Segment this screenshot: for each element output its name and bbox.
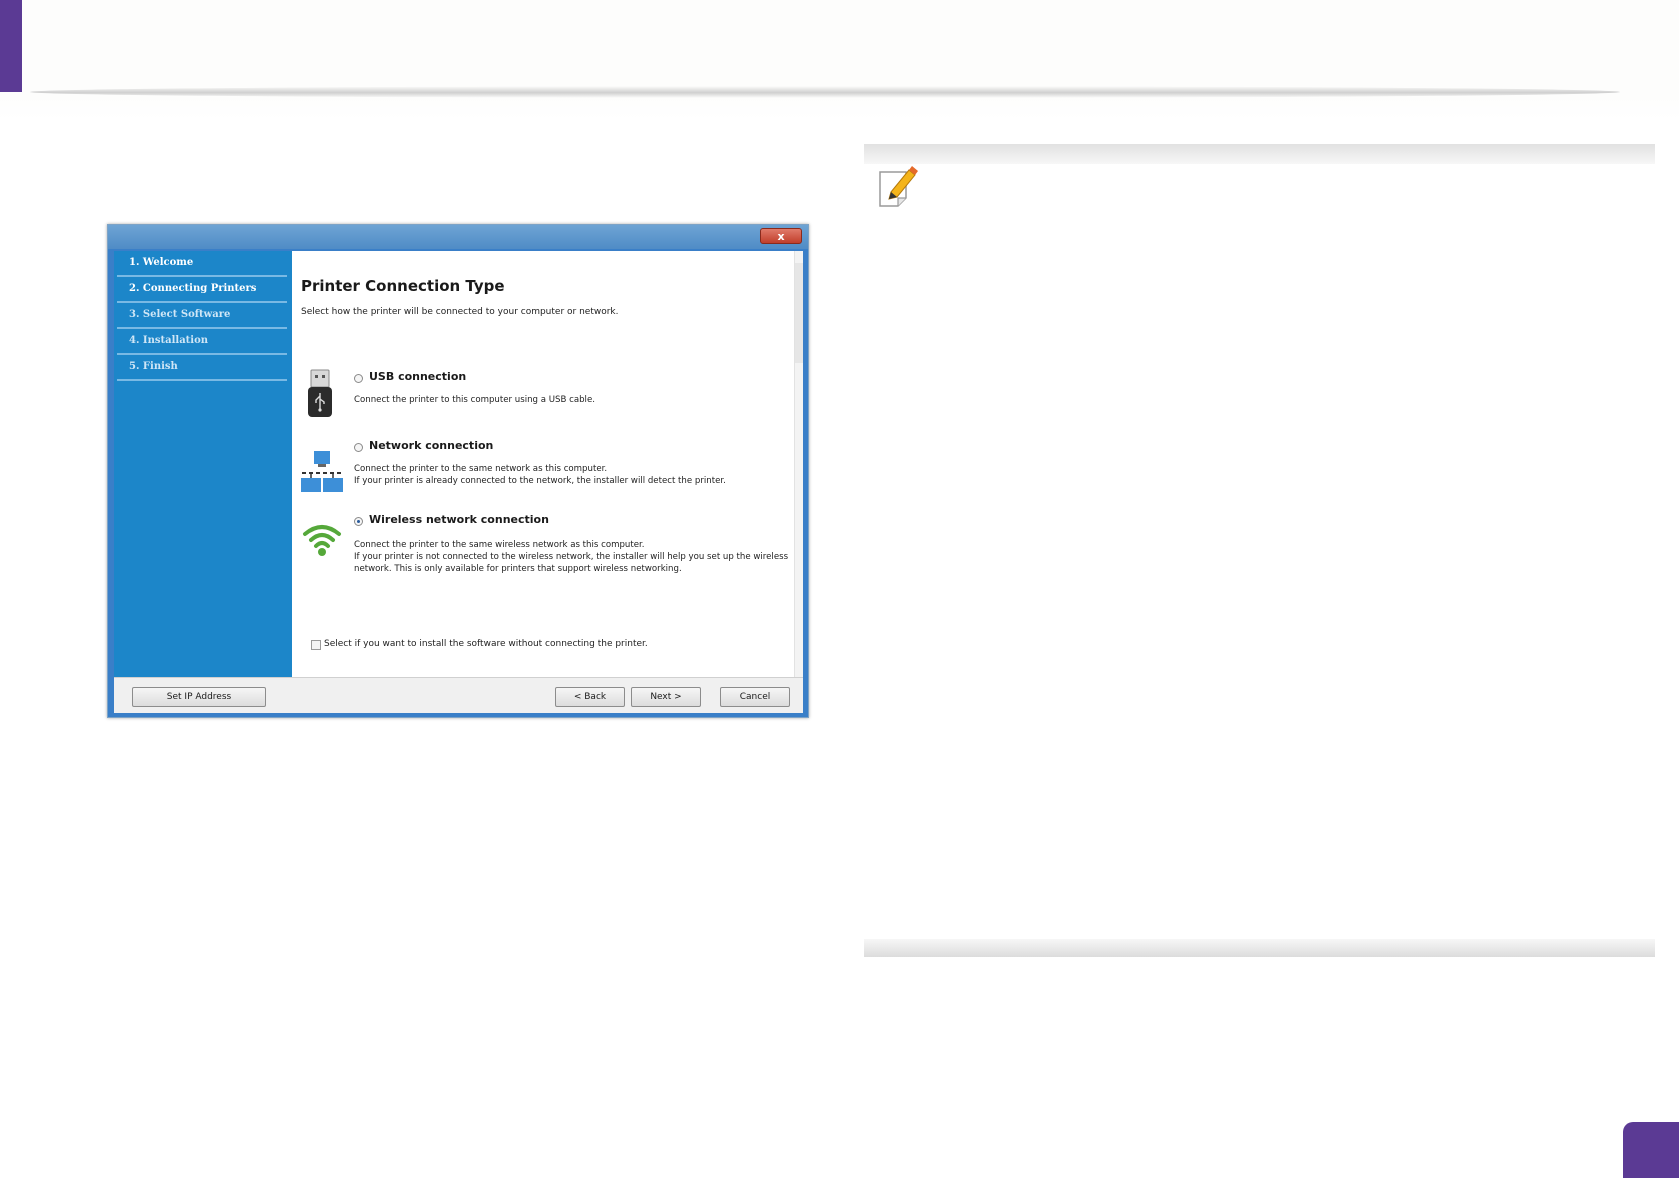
wireless-radio[interactable]	[354, 517, 363, 526]
dialog-footer: Set IP Address < Back Next > Cancel	[114, 677, 803, 713]
step-finish: 5. Finish	[117, 355, 287, 381]
installer-steps-sidebar: 1. Welcome 2. Connecting Printers 3. Sel…	[114, 251, 292, 677]
install-without-connecting-label: Select if you want to install the softwa…	[324, 639, 648, 649]
scrollbar-thumb[interactable]	[795, 263, 803, 363]
installer-dialog: x 1. Welcome 2. Connecting Printers 3. S…	[107, 224, 809, 718]
usb-radio[interactable]	[354, 374, 363, 383]
installer-content: Printer Connection Type Select how the p…	[292, 251, 803, 677]
close-icon: x	[777, 229, 785, 243]
header-divider	[30, 86, 1620, 98]
page-title: Printer Connection Type	[301, 277, 505, 295]
chapter-tab	[0, 0, 22, 92]
step-select-software: 3. Select Software	[117, 303, 287, 329]
note-pencil-icon	[879, 166, 918, 207]
note-box-bottom-bar	[864, 939, 1655, 957]
usb-option-description: Connect the printer to this computer usi…	[354, 395, 595, 405]
close-button[interactable]: x	[760, 228, 802, 244]
step-welcome: 1. Welcome	[117, 251, 287, 277]
cancel-button[interactable]: Cancel	[720, 687, 790, 707]
network-radio[interactable]	[354, 443, 363, 452]
set-ip-address-button[interactable]: Set IP Address	[132, 687, 266, 707]
scrollbar[interactable]	[794, 251, 803, 677]
usb-option-label: USB connection	[369, 370, 467, 383]
step-connecting-printers: 2. Connecting Printers	[117, 277, 287, 303]
wireless-option-label: Wireless network connection	[369, 513, 549, 526]
note-box-top-bar	[864, 144, 1655, 164]
network-option-label: Network connection	[369, 439, 494, 452]
page-header	[0, 0, 1679, 120]
wifi-icon	[303, 525, 341, 556]
wireless-option-description: Connect the printer to the same wireless…	[354, 540, 789, 574]
page-number-box	[1623, 1122, 1679, 1178]
page-description: Select how the printer will be connected…	[301, 307, 619, 317]
dialog-titlebar: x	[108, 225, 808, 249]
install-without-connecting-checkbox[interactable]	[311, 640, 321, 650]
step-installation: 4. Installation	[117, 329, 287, 355]
usb-icon	[308, 369, 332, 417]
next-button[interactable]: Next >	[631, 687, 701, 707]
back-button[interactable]: < Back	[555, 687, 625, 707]
network-icon	[301, 451, 343, 492]
network-option-description: Connect the printer to the same network …	[354, 464, 726, 486]
